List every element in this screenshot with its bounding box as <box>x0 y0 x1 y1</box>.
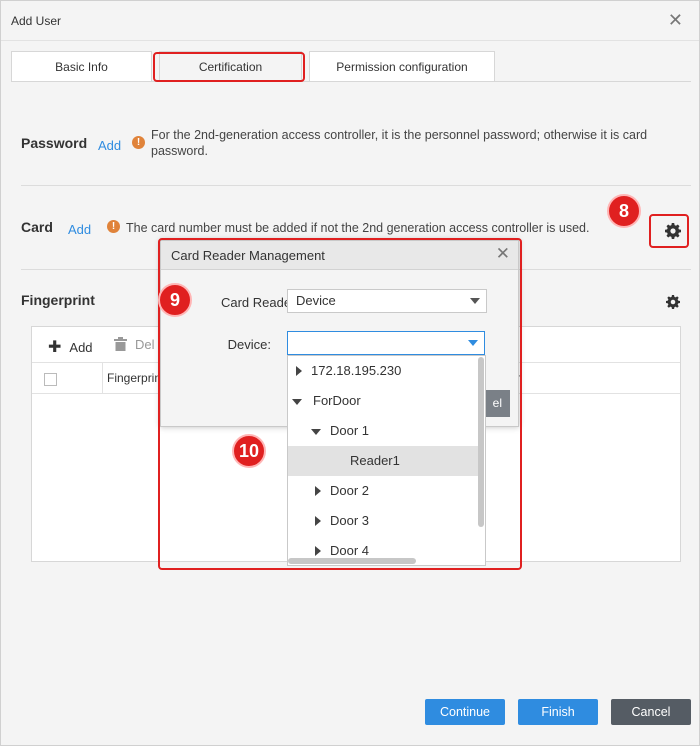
card-reader-value: Device <box>296 293 336 308</box>
card-settings-gear-icon[interactable] <box>665 223 681 239</box>
tree-horizontal-scrollbar[interactable] <box>288 558 416 564</box>
tree-item-label: Door 3 <box>330 513 370 528</box>
tab-certification[interactable]: Certification <box>159 51 302 82</box>
tab-basic-info[interactable]: Basic Info <box>11 51 152 82</box>
tree-item-label: ForDoor <box>313 393 361 408</box>
dialog-title-bar: Card Reader Management ✕ <box>161 241 518 270</box>
add-fingerprint-button[interactable]: ✚ Add <box>48 337 93 357</box>
title-bar: Add User ✕ <box>1 1 699 41</box>
tree-item-fordoor[interactable]: ForDoor <box>288 386 478 416</box>
column-separator <box>102 363 103 394</box>
card-note: The card number must be added if not the… <box>126 221 590 235</box>
tree-item-door-1[interactable]: Door 1 <box>288 416 478 446</box>
device-select[interactable] <box>287 331 485 355</box>
delete-fingerprint-label: Del <box>135 337 155 352</box>
chevron-down-icon <box>468 340 478 346</box>
window-title: Add User <box>11 14 62 28</box>
add-password-link[interactable]: Add <box>98 138 121 153</box>
delete-fingerprint-button[interactable]: Del <box>114 337 155 352</box>
tab-underline <box>11 81 691 82</box>
tree-item-label: Door 1 <box>330 423 370 438</box>
column-fingerprint: Fingerprint <box>107 371 165 385</box>
fingerprint-settings-gear-icon[interactable] <box>666 295 680 309</box>
device-tree-dropdown: 172.18.195.230 ForDoor Door 1 Reader1 Do… <box>287 355 486 566</box>
tree-vertical-scrollbar[interactable] <box>478 357 484 527</box>
caret-right-icon <box>296 366 302 376</box>
tree-item-reader1[interactable]: Reader1 <box>288 446 478 476</box>
warning-icon: ! <box>132 136 145 149</box>
fingerprint-label: Fingerprint <box>21 292 95 308</box>
dialog-close-icon[interactable]: ✕ <box>496 244 510 264</box>
chevron-down-icon <box>470 298 480 304</box>
dialog-title: Card Reader Management <box>171 248 325 263</box>
annotation-badge-10: 10 <box>232 434 266 468</box>
tree-item-label: 172.18.195.230 <box>311 363 402 378</box>
tree-item-label: Reader1 <box>350 453 400 468</box>
cancel-button[interactable]: Cancel <box>611 699 691 725</box>
caret-down-icon <box>292 399 302 405</box>
plus-icon: ✚ <box>48 339 62 356</box>
device-label: Device: <box>227 337 271 352</box>
tree-item-door-3[interactable]: Door 3 <box>288 506 478 536</box>
close-icon[interactable]: ✕ <box>668 11 683 29</box>
add-fingerprint-label: Add <box>69 340 93 355</box>
add-card-link[interactable]: Add <box>68 222 91 237</box>
card-label: Card <box>21 219 53 235</box>
annotation-badge-8: 8 <box>607 194 641 228</box>
password-note: For the 2nd-generation access controller… <box>151 128 648 158</box>
password-label: Password <box>21 135 88 151</box>
finish-button[interactable]: Finish <box>518 699 598 725</box>
card-reader-label: Card Reader: <box>220 295 299 310</box>
caret-down-icon <box>311 429 321 435</box>
tree-item-label: Door 2 <box>330 483 370 498</box>
select-all-checkbox[interactable] <box>44 373 57 386</box>
tab-permission-configuration[interactable]: Permission configuration <box>309 51 495 82</box>
tree-item-172-18-195-230[interactable]: 172.18.195.230 <box>288 356 478 386</box>
trash-icon <box>114 337 127 351</box>
card-reader-select[interactable]: Device <box>287 289 487 313</box>
tree-item-door-2[interactable]: Door 2 <box>288 476 478 506</box>
warning-icon: ! <box>107 220 120 233</box>
continue-button[interactable]: Continue <box>425 699 505 725</box>
caret-right-icon <box>315 486 321 496</box>
divider <box>21 185 691 186</box>
annotation-badge-9: 9 <box>158 283 192 317</box>
caret-right-icon <box>315 516 321 526</box>
caret-right-icon <box>315 546 321 556</box>
